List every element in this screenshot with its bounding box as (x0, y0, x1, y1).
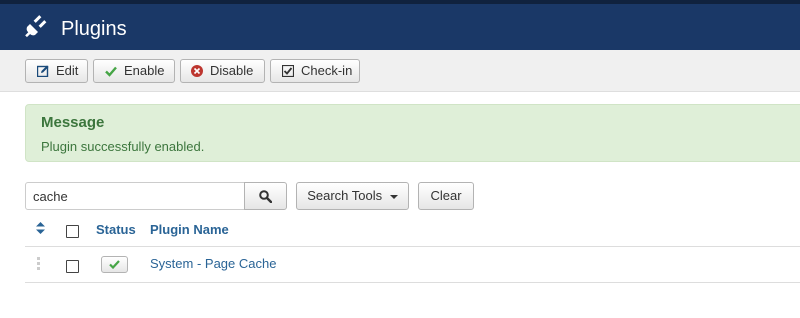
edit-icon (37, 65, 49, 77)
table-header: Status Plugin Name (25, 214, 800, 247)
search-button[interactable] (244, 182, 287, 210)
checkin-icon (282, 65, 294, 77)
checkin-button[interactable]: Check-in (270, 59, 360, 83)
disable-icon (191, 65, 203, 77)
success-message: Message Plugin successfully enabled. (25, 104, 800, 162)
caret-down-icon (389, 194, 398, 199)
edit-label: Edit (56, 63, 79, 78)
search-tools-button[interactable]: Search Tools (296, 182, 409, 210)
disable-button[interactable]: Disable (180, 59, 265, 83)
check-icon (105, 66, 117, 77)
message-text: Plugin successfully enabled. (41, 139, 205, 154)
page-title: Plugins (61, 18, 127, 40)
drag-handle-icon[interactable] (37, 257, 41, 271)
search-tools-label: Search Tools (307, 188, 383, 203)
status-toggle-button[interactable] (101, 256, 128, 273)
plugin-name-link[interactable]: System - Page Cache (150, 256, 276, 271)
sort-icon[interactable] (36, 222, 45, 234)
page-header: Plugins (0, 0, 800, 50)
clear-label: Clear (430, 188, 462, 203)
checkin-label: Check-in (301, 63, 353, 78)
table-row: System - Page Cache (25, 247, 800, 283)
search-icon (259, 190, 272, 203)
status-column-header[interactable]: Status (96, 222, 136, 237)
plug-icon (25, 15, 47, 38)
enable-label: Enable (124, 63, 165, 78)
disable-label: Disable (210, 63, 254, 78)
search-input[interactable] (25, 182, 245, 210)
check-icon (109, 260, 120, 269)
message-heading: Message (41, 114, 105, 131)
plugin-name-column-header[interactable]: Plugin Name (150, 222, 229, 237)
clear-button[interactable]: Clear (418, 182, 474, 210)
enable-button[interactable]: Enable (93, 59, 175, 83)
row-checkbox[interactable] (66, 260, 79, 273)
edit-button[interactable]: Edit (25, 59, 88, 83)
select-all-checkbox[interactable] (66, 225, 79, 238)
